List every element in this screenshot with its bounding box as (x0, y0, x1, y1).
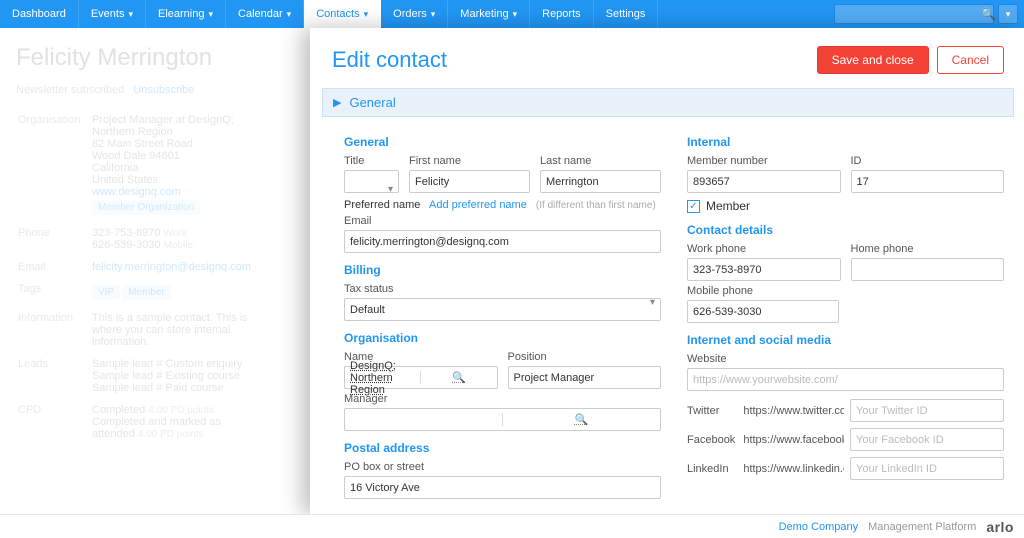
brand-logo: arlo (986, 519, 1014, 535)
facebook-prefix: https://www.facebook.com/ (743, 434, 844, 446)
mobile-phone-label: Mobile phone (687, 285, 839, 297)
edit-contact-panel: Edit contact Save and close Cancel ▶ Gen… (310, 28, 1024, 514)
position-label: Position (508, 351, 662, 363)
facebook-label: Facebook (687, 434, 737, 446)
title-select[interactable] (344, 170, 399, 193)
mobile-phone-input[interactable] (687, 300, 839, 323)
nav-reports[interactable]: Reports (530, 0, 594, 28)
member-checkbox[interactable]: ✓ (687, 200, 700, 213)
twitter-label: Twitter (687, 405, 737, 417)
chevron-down-icon: ▾ (128, 9, 133, 20)
twitter-prefix: https://www.twitter.com/ (743, 405, 844, 417)
search-icon: 🔍 (502, 413, 660, 426)
linkedin-label: LinkedIn (687, 463, 737, 475)
first-name-label: First name (409, 155, 530, 167)
search-icon: 🔍 (420, 371, 496, 384)
chevron-down-icon: ▾ (431, 9, 436, 20)
nav-settings[interactable]: Settings (594, 0, 659, 28)
email-input[interactable] (344, 230, 661, 253)
chevron-down-icon: ▾ (364, 9, 369, 20)
group-organisation: Organisation (344, 331, 661, 345)
title-label: Title (344, 155, 399, 167)
member-checkbox-label: Member (706, 199, 750, 213)
group-postal: Postal address (344, 441, 661, 455)
facebook-input[interactable] (850, 428, 1004, 451)
id-input[interactable] (851, 170, 1005, 193)
preferred-name-label: Preferred name (344, 199, 420, 211)
nav-dashboard[interactable]: Dashboard (0, 0, 79, 28)
section-general-header[interactable]: ▶ General (322, 88, 1014, 117)
group-social: Internet and social media (687, 333, 1004, 347)
search-input[interactable] (839, 8, 981, 20)
member-number-label: Member number (687, 155, 841, 167)
group-general: General (344, 135, 661, 149)
website-label: Website (687, 353, 1004, 365)
footer-platform-text: Management Platform (868, 521, 976, 533)
org-name-lookup[interactable]: DesignQ; Northern Region 🔍 (344, 366, 498, 389)
last-name-input[interactable] (540, 170, 661, 193)
search-input-wrap[interactable]: 🔍 (834, 4, 994, 24)
work-phone-label: Work phone (687, 243, 841, 255)
nav-events[interactable]: Events▾ (79, 0, 146, 28)
home-phone-label: Home phone (851, 243, 1005, 255)
linkedin-prefix: https://www.linkedin.com/ (743, 463, 844, 475)
nav-orders[interactable]: Orders▾ (381, 0, 448, 28)
search-dropdown-button[interactable]: ▾ (998, 4, 1018, 24)
preferred-name-hint: (If different than first name) (536, 200, 656, 211)
cancel-button[interactable]: Cancel (937, 46, 1004, 74)
tax-status-select[interactable]: Default (344, 298, 661, 321)
nav-calendar[interactable]: Calendar▾ (226, 0, 304, 28)
chevron-down-icon: ▾ (513, 9, 518, 20)
nav-marketing[interactable]: Marketing▾ (448, 0, 530, 28)
save-and-close-button[interactable]: Save and close (817, 46, 929, 74)
chevron-right-icon: ▶ (333, 96, 341, 109)
nav-elearning[interactable]: Elearning▾ (146, 0, 226, 28)
po-label: PO box or street (344, 461, 661, 473)
search-icon: 🔍 (981, 7, 996, 21)
linkedin-input[interactable] (850, 457, 1004, 480)
demo-company-link[interactable]: Demo Company (779, 521, 858, 533)
chevron-down-icon: ▾ (208, 9, 213, 20)
website-input[interactable] (687, 368, 1004, 391)
member-number-input[interactable] (687, 170, 841, 193)
group-billing: Billing (344, 263, 661, 277)
email-label: Email (344, 215, 661, 227)
chevron-down-icon: ▾ (1006, 9, 1011, 20)
po-input[interactable] (344, 476, 661, 499)
group-contact-details: Contact details (687, 223, 1004, 237)
twitter-input[interactable] (850, 399, 1004, 422)
top-nav: Dashboard Events▾ Elearning▾ Calendar▾ C… (0, 0, 1024, 28)
manager-lookup[interactable]: 🔍 (344, 408, 661, 431)
id-label: ID (851, 155, 1005, 167)
position-input[interactable] (508, 366, 662, 389)
group-internal: Internal (687, 135, 1004, 149)
tax-status-label: Tax status (344, 283, 661, 295)
last-name-label: Last name (540, 155, 661, 167)
home-phone-input[interactable] (851, 258, 1005, 281)
first-name-input[interactable] (409, 170, 530, 193)
footer: Demo Company Management Platform arlo (0, 514, 1024, 538)
panel-title: Edit contact (332, 47, 817, 73)
add-preferred-name-link[interactable]: Add preferred name (429, 199, 527, 211)
global-search: 🔍 ▾ (834, 0, 1024, 28)
work-phone-input[interactable] (687, 258, 841, 281)
chevron-down-icon: ▾ (287, 9, 292, 20)
nav-contacts[interactable]: Contacts▾ (304, 0, 381, 28)
